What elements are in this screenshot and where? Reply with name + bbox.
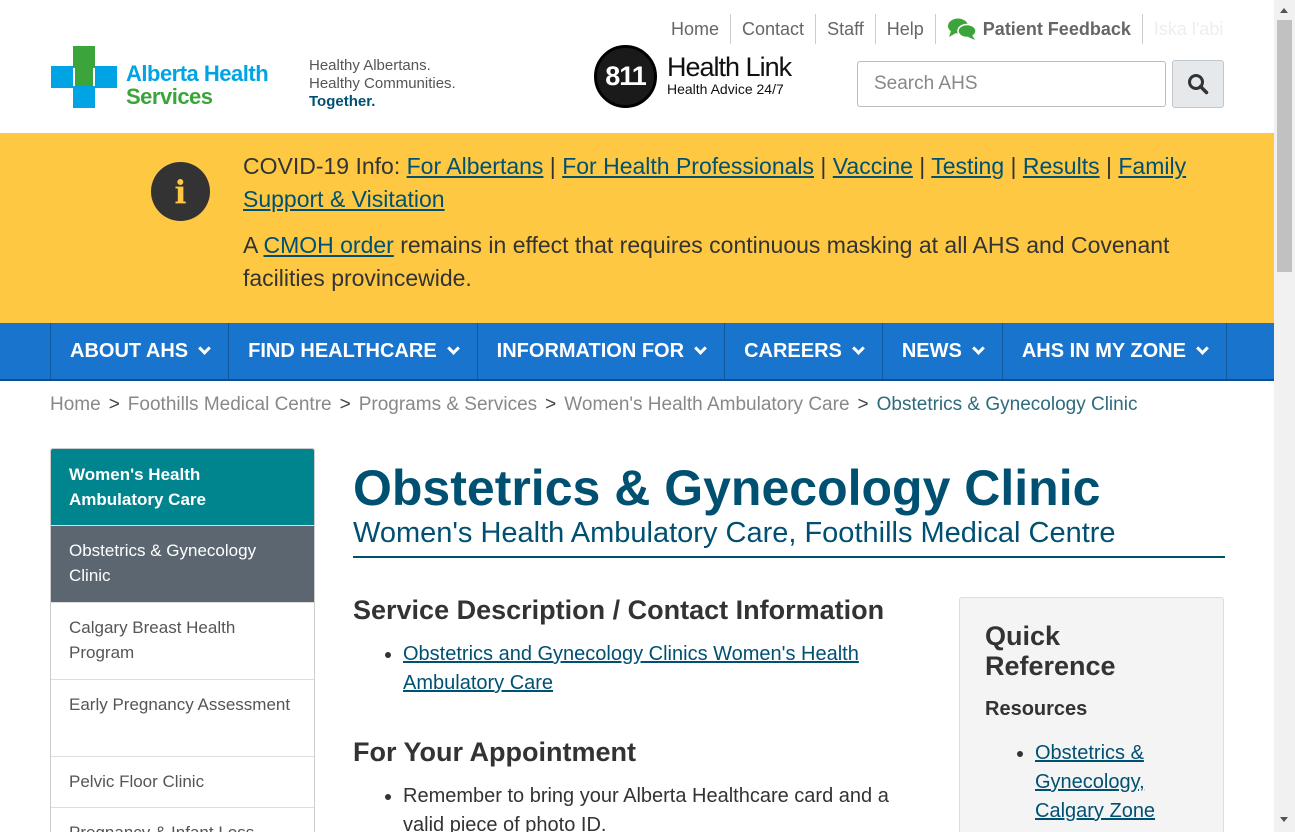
chevron-down-icon bbox=[198, 342, 212, 355]
search-icon bbox=[1188, 74, 1209, 95]
alert-separator: | bbox=[543, 153, 563, 179]
alert-separator: | bbox=[912, 153, 932, 179]
breadcrumb-womens-health[interactable]: Women's Health Ambulatory Care bbox=[564, 394, 849, 415]
nav-label: AHS IN MY ZONE bbox=[1021, 339, 1186, 362]
breadcrumb: Home > Foothills Medical Centre > Programs &… bbox=[50, 394, 1137, 416]
ahs-logo[interactable]: Alberta Health Services bbox=[51, 46, 271, 108]
cmoh-notice: A CMOH order remains in effect that requ… bbox=[243, 229, 1203, 295]
appointment-list: Remember to bring your Alberta Healthcar… bbox=[403, 782, 923, 832]
quick-reference-panel: Quick Reference Resources Obstetrics & G… bbox=[959, 597, 1224, 832]
list-item: Obstetrics and Gynecology Clinics Women'… bbox=[403, 640, 923, 698]
cmoh-order-link[interactable]: CMOH order bbox=[263, 232, 393, 258]
breadcrumb-current: Obstetrics & Gynecology Clinic bbox=[876, 394, 1138, 415]
utility-nav: Home Contact Staff Help Patient Feedback… bbox=[660, 14, 1234, 44]
page-subtitle: Women's Health Ambulatory Care, Foothill… bbox=[353, 517, 1116, 549]
breadcrumb-separator: > bbox=[857, 394, 869, 415]
tagline: Healthy Albertans. Healthy Communities. … bbox=[309, 57, 456, 111]
nav-label: NEWS bbox=[901, 339, 962, 362]
chevron-down-icon bbox=[851, 342, 865, 355]
breadcrumb-home[interactable]: Home bbox=[50, 394, 101, 415]
chevron-down-icon bbox=[971, 342, 985, 355]
breadcrumb-programs[interactable]: Programs & Services bbox=[359, 394, 537, 415]
sidebar-item-active[interactable]: Obstetrics & Gynecology Clinic bbox=[51, 526, 314, 603]
resource-link[interactable]: Obstetrics & Gynecology, Calgary Zone bbox=[1035, 742, 1155, 822]
quick-reference-title: Quick Reference bbox=[985, 621, 1116, 681]
search-button[interactable] bbox=[1172, 60, 1224, 108]
ahs-cross-icon bbox=[51, 46, 117, 108]
sidebar-item-pelvic-floor[interactable]: Pelvic Floor Clinic bbox=[51, 757, 314, 808]
service-link[interactable]: Obstetrics and Gynecology Clinics Women'… bbox=[403, 643, 859, 694]
nav-label: FIND HEALTHCARE bbox=[248, 339, 437, 362]
healthlink-title: Health Link bbox=[667, 52, 792, 82]
patient-feedback-label: Patient Feedback bbox=[982, 19, 1131, 39]
alert-link-albertans[interactable]: For Albertans bbox=[407, 153, 544, 179]
sidebar-item-early-pregnancy[interactable]: Early Pregnancy Assessment bbox=[51, 680, 314, 757]
healthlink-811-badge: 811 bbox=[594, 45, 657, 108]
sidebar-item-breast-health[interactable]: Calgary Breast Health Program bbox=[51, 603, 314, 680]
nav-ahs-in-my-zone[interactable]: AHS IN MY ZONE bbox=[1003, 323, 1227, 379]
alert-separator: | bbox=[1099, 153, 1119, 179]
tagline-line-2: Healthy Communities. bbox=[309, 75, 456, 92]
scroll-down-arrow-icon[interactable] bbox=[1280, 817, 1288, 822]
tagline-line-3: Together. bbox=[309, 93, 376, 110]
alert-link-testing[interactable]: Testing bbox=[931, 153, 1004, 179]
utility-staff-link[interactable]: Staff bbox=[815, 14, 875, 44]
utility-help-link[interactable]: Help bbox=[874, 14, 935, 44]
chevron-down-icon bbox=[446, 342, 460, 355]
chevron-down-icon bbox=[694, 342, 707, 355]
chevron-down-icon bbox=[1196, 342, 1209, 355]
logo-wordmark: Alberta Health Services bbox=[126, 61, 269, 109]
alert-separator: | bbox=[814, 153, 833, 179]
covid-alert-links: COVID-19 Info: For Albertans | For Healt… bbox=[243, 150, 1203, 216]
breadcrumb-foothills[interactable]: Foothills Medical Centre bbox=[128, 394, 332, 415]
search-input[interactable]: Search AHS bbox=[857, 61, 1166, 107]
list-item: Remember to bring your Alberta Healthcar… bbox=[403, 782, 923, 832]
resources-label: Resources bbox=[985, 698, 1088, 720]
nav-find-healthcare[interactable]: FIND HEALTHCARE bbox=[229, 323, 478, 379]
section-sidebar: Women's Health Ambulatory Care Obstetric… bbox=[50, 448, 315, 832]
utility-contact-link[interactable]: Contact bbox=[730, 14, 815, 44]
covid-alert-prefix: COVID-19 Info: bbox=[243, 153, 407, 179]
healthlink-811-logo[interactable]: 811 Health Link Health Advice 24/7 bbox=[594, 45, 794, 109]
alert-separator: | bbox=[1004, 153, 1023, 179]
nav-careers[interactable]: CAREERS bbox=[725, 323, 883, 379]
scroll-up-arrow-icon[interactable] bbox=[1280, 8, 1288, 13]
breadcrumb-separator: > bbox=[545, 394, 557, 415]
scrollbar-thumb[interactable] bbox=[1277, 20, 1292, 272]
nav-news[interactable]: NEWS bbox=[883, 323, 1003, 379]
service-list: Obstetrics and Gynecology Clinics Women'… bbox=[403, 640, 923, 698]
logo-line-1: Alberta Health bbox=[126, 61, 269, 86]
main-nav: ABOUT AHS FIND HEALTHCARE INFORMATION FO… bbox=[0, 323, 1274, 381]
info-icon: i bbox=[151, 162, 210, 221]
tagline-line-1: Healthy Albertans. bbox=[309, 57, 431, 74]
main-nav-menu: ABOUT AHS FIND HEALTHCARE INFORMATION FO… bbox=[50, 323, 1227, 379]
appointment-heading: For Your Appointment bbox=[353, 737, 636, 767]
cmoh-prefix: A bbox=[243, 232, 264, 258]
utility-home-link[interactable]: Home bbox=[660, 14, 730, 44]
healthlink-subtitle: Health Advice 24/7 bbox=[667, 81, 784, 97]
breadcrumb-separator: > bbox=[108, 394, 120, 415]
chat-bubbles-icon bbox=[947, 18, 977, 40]
alert-link-vaccine[interactable]: Vaccine bbox=[833, 153, 913, 179]
sidebar-item-pregnancy-loss[interactable]: Pregnancy & Infant Loss bbox=[51, 808, 314, 832]
nav-label: CAREERS bbox=[744, 339, 842, 362]
page-title: Obstetrics & Gynecology Clinic bbox=[353, 460, 1101, 516]
nav-label: INFORMATION FOR bbox=[496, 339, 685, 362]
nav-label: ABOUT AHS bbox=[70, 339, 189, 362]
nav-information-for[interactable]: INFORMATION FOR bbox=[478, 323, 726, 379]
nav-about-ahs[interactable]: ABOUT AHS bbox=[51, 323, 230, 379]
alert-link-results[interactable]: Results bbox=[1023, 153, 1100, 179]
sidebar-heading[interactable]: Women's Health Ambulatory Care bbox=[51, 449, 314, 526]
language-link[interactable]: Iska l'abi bbox=[1141, 14, 1234, 44]
resources-list: Obstetrics & Gynecology, Calgary Zone bbox=[1035, 739, 1205, 826]
site-header: Alberta Health Services Healthy Albertan… bbox=[0, 0, 1274, 133]
title-divider bbox=[353, 556, 1225, 558]
service-heading: Service Description / Contact Informatio… bbox=[353, 595, 885, 625]
alert-link-health-professionals[interactable]: For Health Professionals bbox=[562, 153, 814, 179]
list-item: Obstetrics & Gynecology, Calgary Zone bbox=[1035, 739, 1205, 826]
breadcrumb-separator: > bbox=[339, 394, 351, 415]
patient-feedback-link[interactable]: Patient Feedback bbox=[934, 14, 1142, 44]
logo-line-2: Services bbox=[126, 84, 213, 109]
vertical-scrollbar[interactable] bbox=[1274, 0, 1295, 832]
